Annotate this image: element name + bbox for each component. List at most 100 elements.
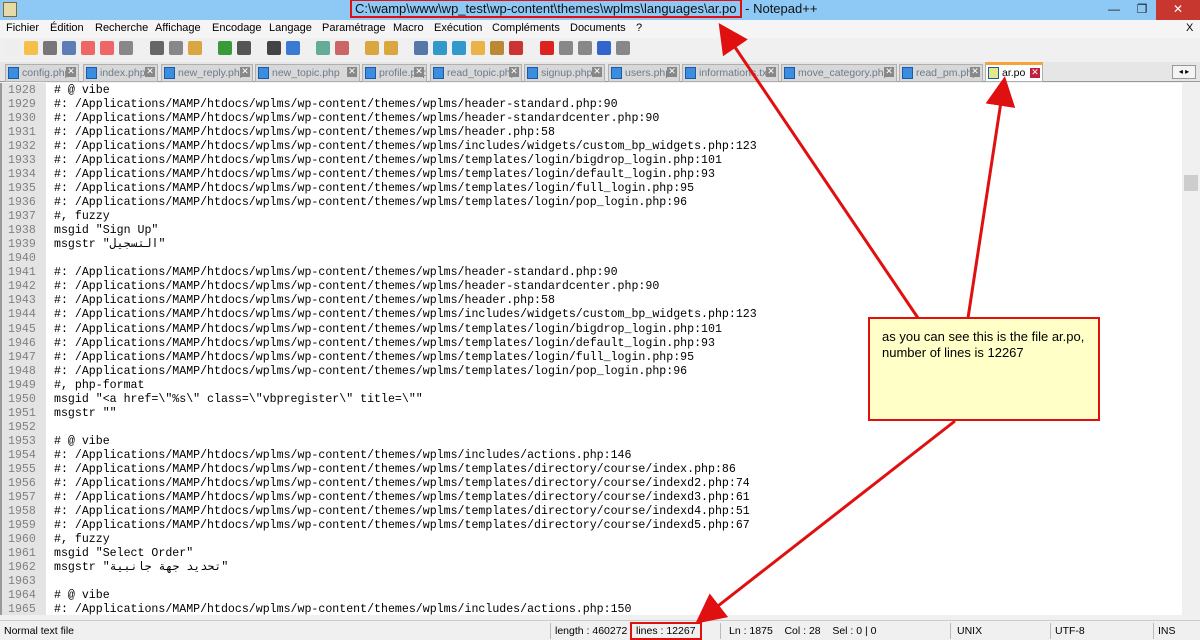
tab-signup-php[interactable]: signup.php ✕ <box>524 64 605 82</box>
toolbar-button-icon[interactable] <box>471 41 485 55</box>
menu-8[interactable]: Exécution <box>434 22 482 34</box>
toolbar-button-icon[interactable] <box>24 41 38 55</box>
tab-close-icon[interactable]: ✕ <box>347 67 357 77</box>
close-document-button[interactable]: X <box>1186 22 1193 34</box>
toolbar-button-icon[interactable] <box>169 41 183 55</box>
line-text: #: /Applications/MAMP/htdocs/wplms/wp-co… <box>54 518 750 532</box>
tab-scroll-arrows[interactable]: ◂ ▸ <box>1172 65 1196 79</box>
line-number: 1940 <box>8 252 36 266</box>
toolbar-button-icon[interactable] <box>616 41 630 55</box>
tab-label: index.php <box>100 67 146 79</box>
line-number: 1930 <box>8 112 36 126</box>
tab-close-icon[interactable]: ✕ <box>1030 68 1040 78</box>
menu-7[interactable]: Macro <box>393 22 424 34</box>
tab-close-icon[interactable]: ✕ <box>66 67 76 77</box>
line-text: # @ vibe <box>54 434 110 448</box>
toolbar-button-icon[interactable] <box>286 41 300 55</box>
toolbar-button-icon[interactable] <box>237 41 251 55</box>
line-number: 1960 <box>8 532 36 546</box>
toolbar-button-icon[interactable] <box>414 41 428 55</box>
toolbar-button-icon[interactable] <box>150 41 164 55</box>
toolbar-button-icon[interactable] <box>43 41 57 55</box>
file-icon <box>685 67 696 79</box>
file-icon <box>164 67 175 79</box>
maximize-button[interactable]: ❐ <box>1128 0 1156 20</box>
menu-5[interactable]: Langage <box>269 22 312 34</box>
editor-line: 1959 #: /Applications/MAMP/htdocs/wplms/w… <box>2 519 1182 533</box>
tab-label: informations.txt <box>699 67 771 79</box>
toolbar-button-icon[interactable] <box>578 41 592 55</box>
line-text: #: /Applications/MAMP/htdocs/wplms/wp-co… <box>54 364 688 378</box>
toolbar-button-icon[interactable] <box>218 41 232 55</box>
file-icon <box>611 67 622 79</box>
toolbar-button-icon[interactable] <box>540 41 554 55</box>
tab-new_topic-php[interactable]: new_topic.php ✕ <box>255 64 360 82</box>
editor-line: 1935 #: /Applications/MAMP/htdocs/wplms/w… <box>2 182 1182 196</box>
toolbar-button-icon[interactable] <box>490 41 504 55</box>
toolbar-button-icon[interactable] <box>316 41 330 55</box>
tab-config-php[interactable]: config.php ✕ <box>5 64 79 82</box>
toolbar-button-icon[interactable] <box>384 41 398 55</box>
tab-ar-po[interactable]: ar.po ✕ <box>985 62 1043 82</box>
menu-1[interactable]: Édition <box>50 22 84 34</box>
toolbar-button-icon[interactable] <box>119 41 133 55</box>
tab-close-icon[interactable]: ✕ <box>970 67 980 77</box>
menu-0[interactable]: Fichier <box>6 22 39 34</box>
toolbar-button-icon[interactable] <box>452 41 466 55</box>
tab-label: signup.php <box>541 67 593 79</box>
tab-move_category-php[interactable]: move_category.php ✕ <box>781 64 897 82</box>
tab-close-icon[interactable]: ✕ <box>884 67 894 77</box>
minimize-button[interactable]: — <box>1100 0 1128 20</box>
scrollbar-thumb[interactable] <box>1184 175 1198 191</box>
menu-11[interactable]: ? <box>636 22 642 34</box>
toolbar-button-icon[interactable] <box>62 41 76 55</box>
toolbar-button-icon[interactable] <box>433 41 447 55</box>
toolbar-button-icon[interactable] <box>5 41 19 55</box>
editor-line: 1952 <box>2 421 1182 435</box>
tab-read_pm-php[interactable]: read_pm.php ✕ <box>899 64 983 82</box>
line-number: 1949 <box>8 378 36 392</box>
line-text: msgstr "‪تحديد جهة جانبية‬" <box>54 561 229 575</box>
menu-3[interactable]: Affichage <box>155 22 201 34</box>
editor-line: 1954 #: /Applications/MAMP/htdocs/wplms/w… <box>2 449 1182 463</box>
tab-new_reply-php[interactable]: new_reply.php ✕ <box>161 64 253 82</box>
toolbar-button-icon[interactable] <box>509 41 523 55</box>
menu-9[interactable]: Compléments <box>492 22 560 34</box>
tab-close-icon[interactable]: ✕ <box>240 67 250 77</box>
menu-2[interactable]: Recherche <box>95 22 148 34</box>
toolbar-button-icon[interactable] <box>365 41 379 55</box>
toolbar-button-icon[interactable] <box>100 41 114 55</box>
line-text: #: /Applications/MAMP/htdocs/wplms/wp-co… <box>54 336 715 350</box>
toolbar-button-icon[interactable] <box>81 41 95 55</box>
tab-close-icon[interactable]: ✕ <box>414 67 424 77</box>
status-divider <box>950 623 951 639</box>
notepad-app-icon[interactable] <box>3 2 17 17</box>
toolbar-button-icon[interactable] <box>335 41 349 55</box>
line-text: #: /Applications/MAMP/htdocs/wplms/wp-co… <box>54 476 750 490</box>
toolbar-button-icon[interactable] <box>267 41 281 55</box>
line-number: 1957 <box>8 490 36 504</box>
close-button[interactable]: ✕ <box>1156 0 1200 20</box>
tab-profile-php[interactable]: profile.php ✕ <box>362 64 427 82</box>
toolbar-button-icon[interactable] <box>559 41 573 55</box>
file-icon <box>988 67 999 79</box>
tab-close-icon[interactable]: ✕ <box>592 67 602 77</box>
line-number: 1936 <box>8 196 36 210</box>
tab-read_topic-php[interactable]: read_topic.php ✕ <box>430 64 522 82</box>
menu-4[interactable]: Encodage <box>212 22 262 34</box>
toolbar-button-icon[interactable] <box>597 41 611 55</box>
tab-close-icon[interactable]: ✕ <box>766 67 776 77</box>
tab-index-php[interactable]: index.php ✕ <box>83 64 158 82</box>
vertical-scrollbar[interactable] <box>1182 83 1200 615</box>
tab-informations-txt[interactable]: informations.txt ✕ <box>682 64 779 82</box>
tab-close-icon[interactable]: ✕ <box>667 67 677 77</box>
menu-10[interactable]: Documents <box>570 22 626 34</box>
editor-line: 1939 msgstr "‪التسجيل‬" <box>2 238 1182 252</box>
toolbar-button-icon[interactable] <box>188 41 202 55</box>
editor-line: 1965 #: /Applications/MAMP/htdocs/wplms/w… <box>2 603 1182 615</box>
tab-users-php[interactable]: users.php ✕ <box>608 64 680 82</box>
tab-close-icon[interactable]: ✕ <box>145 67 155 77</box>
line-number: 1948 <box>8 364 36 378</box>
menu-6[interactable]: Paramétrage <box>322 22 386 34</box>
tab-close-icon[interactable]: ✕ <box>509 67 519 77</box>
